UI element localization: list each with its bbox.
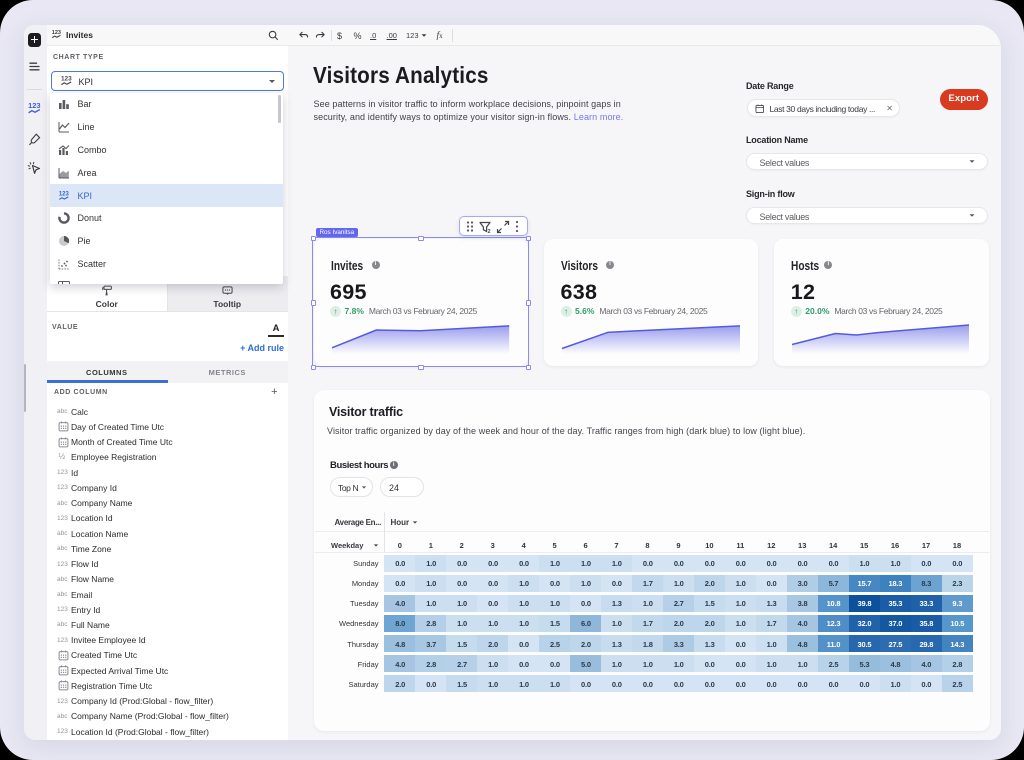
svg-text:123: 123 (28, 101, 41, 110)
svg-text:123: 123 (60, 76, 71, 83)
svg-text:2: 2 (487, 229, 490, 234)
